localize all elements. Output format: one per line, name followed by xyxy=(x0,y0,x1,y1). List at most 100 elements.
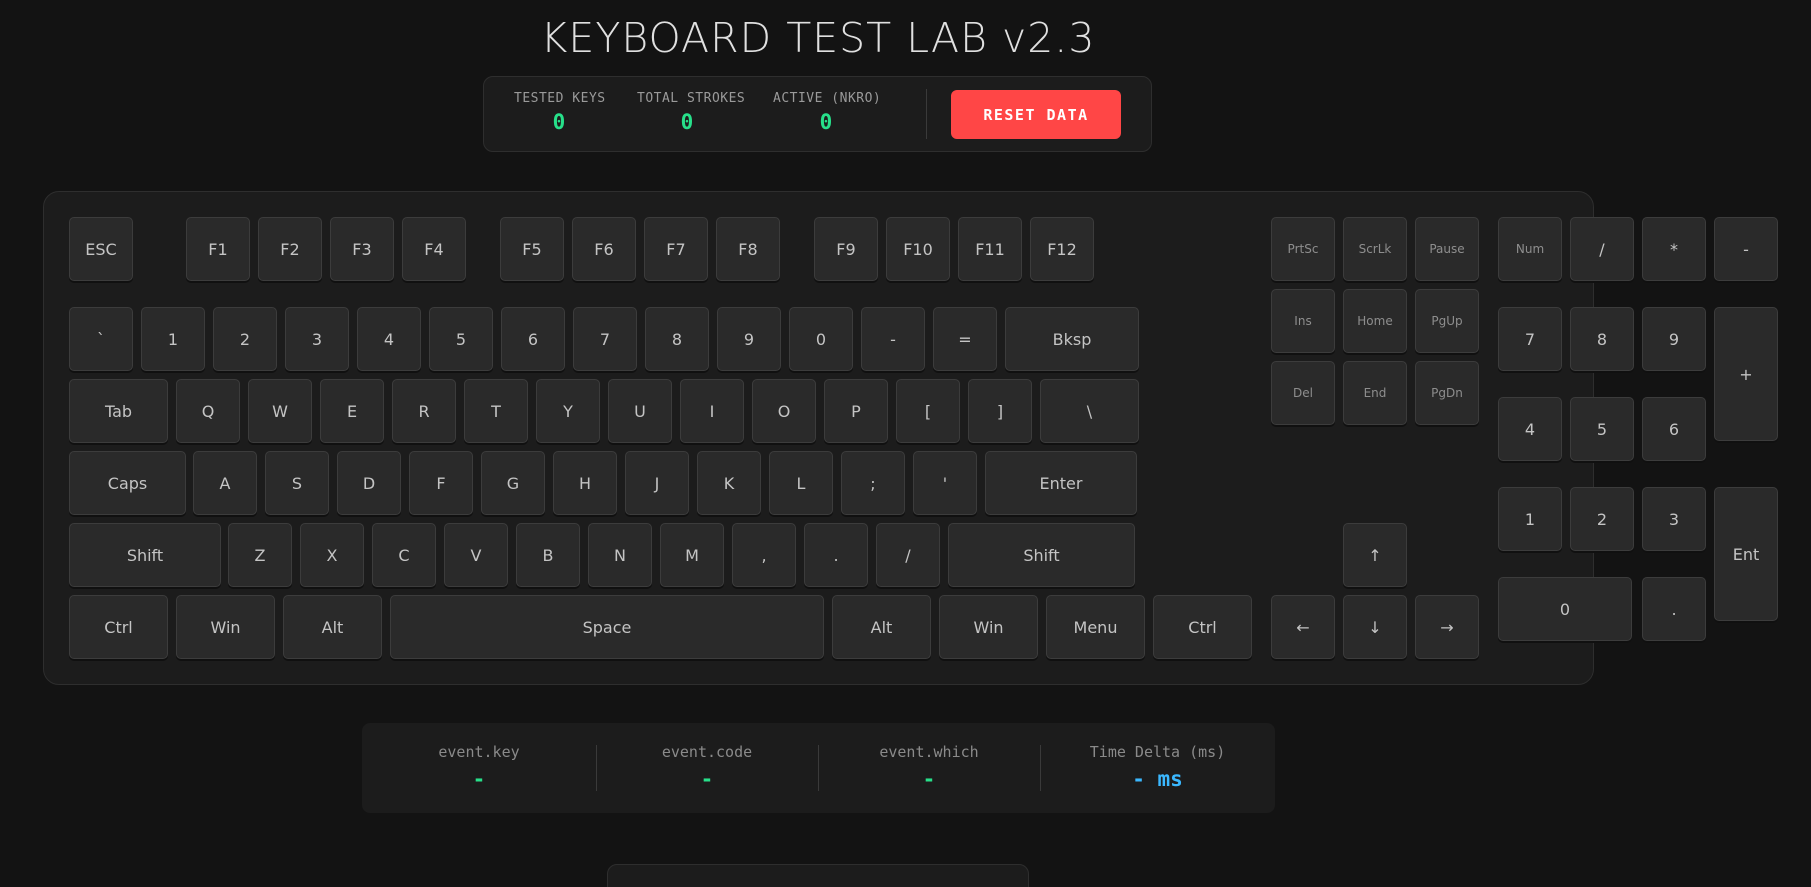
key-delete[interactable]: Del xyxy=(1271,361,1335,425)
key-scroll-lock[interactable]: ScrLk xyxy=(1343,217,1407,281)
key-z[interactable]: Z xyxy=(228,523,292,587)
key-right-alt[interactable]: Alt xyxy=(832,595,931,659)
key-f4[interactable]: F4 xyxy=(402,217,466,281)
key-t[interactable]: T xyxy=(464,379,528,443)
key-f6[interactable]: F6 xyxy=(572,217,636,281)
key-numpad-0[interactable]: 0 xyxy=(1498,577,1632,641)
key-right-shift[interactable]: Shift xyxy=(948,523,1135,587)
key-num-lock[interactable]: Num xyxy=(1498,217,1562,281)
key-menu[interactable]: Menu xyxy=(1046,595,1145,659)
key-9[interactable]: 9 xyxy=(717,307,781,371)
key-f11[interactable]: F11 xyxy=(958,217,1022,281)
key-s[interactable]: S xyxy=(265,451,329,515)
key-esc[interactable]: ESC xyxy=(69,217,133,281)
key-numpad-8[interactable]: 8 xyxy=(1570,307,1634,371)
key-f7[interactable]: F7 xyxy=(644,217,708,281)
key-period[interactable]: . xyxy=(804,523,868,587)
key-2[interactable]: 2 xyxy=(213,307,277,371)
key-arrow-right[interactable]: → xyxy=(1415,595,1479,659)
key-numpad-divide[interactable]: / xyxy=(1570,217,1634,281)
key-numpad-2[interactable]: 2 xyxy=(1570,487,1634,551)
key-backslash[interactable]: \ xyxy=(1040,379,1139,443)
key-numpad-5[interactable]: 5 xyxy=(1570,397,1634,461)
key-b[interactable]: B xyxy=(516,523,580,587)
key-numpad-subtract[interactable]: - xyxy=(1714,217,1778,281)
key-w[interactable]: W xyxy=(248,379,312,443)
key-print-screen[interactable]: PrtSc xyxy=(1271,217,1335,281)
key-f10[interactable]: F10 xyxy=(886,217,950,281)
key-k[interactable]: K xyxy=(697,451,761,515)
reset-data-button[interactable]: RESET DATA xyxy=(951,90,1121,139)
key-slash[interactable]: / xyxy=(876,523,940,587)
key-arrow-down[interactable]: ↓ xyxy=(1343,595,1407,659)
key-8[interactable]: 8 xyxy=(645,307,709,371)
key-page-up[interactable]: PgUp xyxy=(1415,289,1479,353)
key-numpad-3[interactable]: 3 xyxy=(1642,487,1706,551)
key-equal[interactable]: = xyxy=(933,307,997,371)
key-u[interactable]: U xyxy=(608,379,672,443)
key-numpad-7[interactable]: 7 xyxy=(1498,307,1562,371)
key-arrow-up[interactable]: ↑ xyxy=(1343,523,1407,587)
key-1[interactable]: 1 xyxy=(141,307,205,371)
key-quote[interactable]: ' xyxy=(913,451,977,515)
key-l[interactable]: L xyxy=(769,451,833,515)
key-p[interactable]: P xyxy=(824,379,888,443)
key-caps[interactable]: Caps xyxy=(69,451,186,515)
key-numpad-6[interactable]: 6 xyxy=(1642,397,1706,461)
key-numpad-decimal[interactable]: . xyxy=(1642,577,1706,641)
key-y[interactable]: Y xyxy=(536,379,600,443)
key-f1[interactable]: F1 xyxy=(186,217,250,281)
key-o[interactable]: O xyxy=(752,379,816,443)
key-left-shift[interactable]: Shift xyxy=(69,523,221,587)
key-numpad-multiply[interactable]: * xyxy=(1642,217,1706,281)
key-r[interactable]: R xyxy=(392,379,456,443)
key-m[interactable]: M xyxy=(660,523,724,587)
key-d[interactable]: D xyxy=(337,451,401,515)
key-n[interactable]: N xyxy=(588,523,652,587)
key-end[interactable]: End xyxy=(1343,361,1407,425)
key-f2[interactable]: F2 xyxy=(258,217,322,281)
key-numpad-add[interactable]: + xyxy=(1714,307,1778,441)
key-arrow-left[interactable]: ← xyxy=(1271,595,1335,659)
key-7[interactable]: 7 xyxy=(573,307,637,371)
key-f5[interactable]: F5 xyxy=(500,217,564,281)
key-4[interactable]: 4 xyxy=(357,307,421,371)
key-j[interactable]: J xyxy=(625,451,689,515)
key-left-ctrl[interactable]: Ctrl xyxy=(69,595,168,659)
key-5[interactable]: 5 xyxy=(429,307,493,371)
key-backspace[interactable]: Bksp xyxy=(1005,307,1139,371)
key-f[interactable]: F xyxy=(409,451,473,515)
key-left-win[interactable]: Win xyxy=(176,595,275,659)
key-enter[interactable]: Enter xyxy=(985,451,1137,515)
key-q[interactable]: Q xyxy=(176,379,240,443)
key-v[interactable]: V xyxy=(444,523,508,587)
key-a[interactable]: A xyxy=(193,451,257,515)
key-0[interactable]: 0 xyxy=(789,307,853,371)
key-left-bracket[interactable]: [ xyxy=(896,379,960,443)
key-comma[interactable]: , xyxy=(732,523,796,587)
key-x[interactable]: X xyxy=(300,523,364,587)
key-f8[interactable]: F8 xyxy=(716,217,780,281)
key-e[interactable]: E xyxy=(320,379,384,443)
key-c[interactable]: C xyxy=(372,523,436,587)
key-left-alt[interactable]: Alt xyxy=(283,595,382,659)
key-f12[interactable]: F12 xyxy=(1030,217,1094,281)
key-right-ctrl[interactable]: Ctrl xyxy=(1153,595,1252,659)
key-right-win[interactable]: Win xyxy=(939,595,1038,659)
key-6[interactable]: 6 xyxy=(501,307,565,371)
key-home[interactable]: Home xyxy=(1343,289,1407,353)
key-numpad-1[interactable]: 1 xyxy=(1498,487,1562,551)
key-page-down[interactable]: PgDn xyxy=(1415,361,1479,425)
key-space[interactable]: Space xyxy=(390,595,824,659)
key-numpad-9[interactable]: 9 xyxy=(1642,307,1706,371)
key-f9[interactable]: F9 xyxy=(814,217,878,281)
key-h[interactable]: H xyxy=(553,451,617,515)
key-pause[interactable]: Pause xyxy=(1415,217,1479,281)
key-insert[interactable]: Ins xyxy=(1271,289,1335,353)
key-semicolon[interactable]: ; xyxy=(841,451,905,515)
key-i[interactable]: I xyxy=(680,379,744,443)
key-g[interactable]: G xyxy=(481,451,545,515)
key-tab[interactable]: Tab xyxy=(69,379,168,443)
key-3[interactable]: 3 xyxy=(285,307,349,371)
key-numpad-4[interactable]: 4 xyxy=(1498,397,1562,461)
